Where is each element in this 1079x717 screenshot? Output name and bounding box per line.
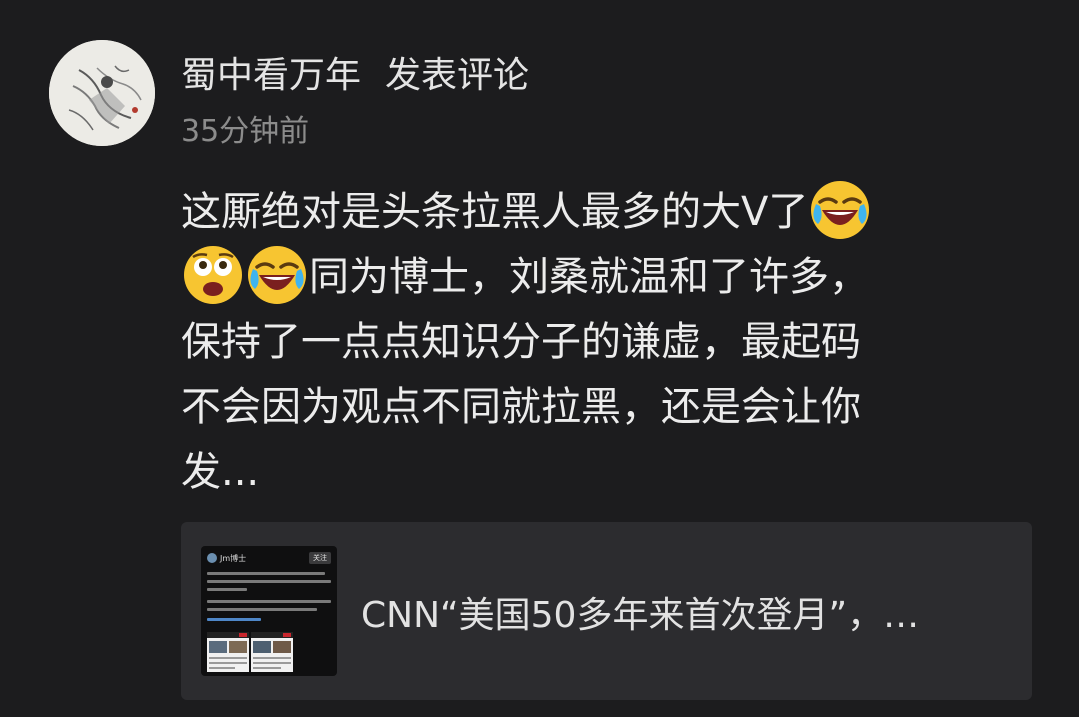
thumbnail-link-line bbox=[207, 618, 261, 621]
comment-timestamp: 35分钟前 bbox=[181, 114, 310, 149]
thumbnail-screenshot-left bbox=[207, 632, 249, 672]
comment-header: 蜀中看万年 发表评论 bbox=[181, 48, 529, 96]
thumbnail-text-line bbox=[207, 600, 331, 603]
comment-text-2: 同为博士，刘桑就温和了许多， bbox=[309, 254, 869, 300]
thumbnail-header: Jm博士 关注 bbox=[207, 551, 331, 565]
thumbnail-follow-button: 关注 bbox=[309, 552, 331, 564]
linked-post-card[interactable]: Jm博士 关注 CNN“美国50多年来首次登月”，… bbox=[181, 522, 1032, 700]
comment-body[interactable]: 这厮绝对是头条拉黑人最多的大V了 同为博士，刘桑就温和了许多， 保持了一点点知识… bbox=[181, 180, 1021, 505]
comment-line-1: 这厮绝对是头条拉黑人最多的大V了 bbox=[181, 180, 1021, 245]
avatar-ink-figure-icon bbox=[49, 40, 155, 146]
thumbnail-avatar bbox=[207, 553, 217, 563]
thumbnail-text-line bbox=[207, 580, 331, 583]
comment-line-2: 同为博士，刘桑就温和了许多， bbox=[181, 245, 1021, 310]
comment-text-1: 这厮绝对是头条拉黑人最多的大V了 bbox=[181, 189, 809, 235]
comment-text-3: 保持了一点点知识分子的谦虚，最起码 bbox=[181, 319, 861, 365]
thumbnail-text-line bbox=[207, 572, 325, 575]
laughing-crying-emoji-icon bbox=[245, 243, 309, 307]
laughing-crying-emoji-icon bbox=[808, 178, 872, 242]
comment-text-4: 不会因为观点不同就拉黑，还是会让你 bbox=[181, 384, 861, 430]
thumbnail-author: Jm博士 bbox=[220, 553, 247, 563]
thumbnail-text-line bbox=[207, 608, 317, 611]
avatar[interactable] bbox=[49, 40, 155, 146]
surprised-emoji-icon bbox=[181, 243, 245, 307]
comment-text-5: 发... bbox=[181, 449, 260, 495]
linked-post-title[interactable]: CNN“美国50多年来首次登月”，… bbox=[361, 592, 1001, 640]
comment-action-label: 发表评论 bbox=[385, 55, 530, 96]
author-name[interactable]: 蜀中看万年 bbox=[181, 46, 361, 98]
thumbnail-text-line bbox=[207, 588, 247, 591]
thumbnail-screenshot-right bbox=[251, 632, 293, 672]
linked-post-thumbnail: Jm博士 关注 bbox=[201, 546, 337, 676]
